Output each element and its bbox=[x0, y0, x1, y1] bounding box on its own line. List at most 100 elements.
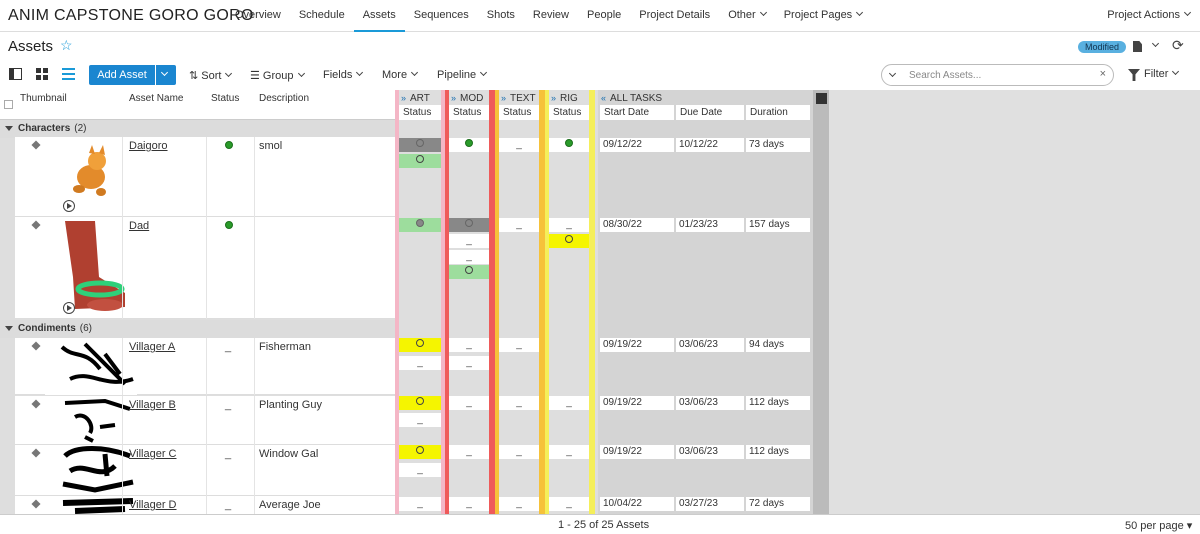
col-asset-name[interactable]: Asset Name bbox=[129, 93, 183, 104]
due-date-header[interactable]: Due Date bbox=[676, 105, 744, 120]
nav-shots[interactable]: Shots bbox=[478, 0, 524, 32]
art-task-status[interactable]: _ bbox=[399, 413, 441, 427]
col-status[interactable]: Status bbox=[211, 93, 239, 104]
group-header-characters[interactable]: Characters (2) bbox=[0, 120, 395, 138]
col-thumbnail[interactable]: Thumbnail bbox=[20, 93, 67, 104]
rig-task-status[interactable] bbox=[549, 138, 589, 152]
mod-task-status[interactable]: _ bbox=[449, 338, 489, 352]
per-page-select[interactable]: 50 per page ▾ bbox=[1125, 519, 1192, 532]
status-indicator[interactable]: _ bbox=[225, 341, 231, 353]
asset-name-link[interactable]: Villager D bbox=[129, 499, 177, 511]
asset-thumbnail[interactable] bbox=[45, 446, 137, 494]
nav-project-details[interactable]: Project Details bbox=[630, 0, 719, 32]
duration-header[interactable]: Duration bbox=[746, 105, 810, 120]
mod-task-status[interactable]: _ bbox=[449, 250, 489, 264]
art-task-status[interactable] bbox=[399, 138, 441, 152]
clear-search-icon[interactable]: × bbox=[1100, 68, 1106, 80]
rig-task-status[interactable] bbox=[549, 234, 589, 248]
mod-task-status[interactable]: _ bbox=[449, 445, 489, 459]
start-date[interactable]: 10/04/22 bbox=[600, 497, 674, 511]
asset-description[interactable]: Planting Guy bbox=[259, 399, 322, 411]
text-task-status[interactable]: _ bbox=[499, 396, 539, 410]
nav-project-pages[interactable]: Project Pages bbox=[775, 0, 871, 32]
pipeline-rig-header[interactable]: » RIG bbox=[548, 92, 591, 104]
mod-task-status[interactable]: _ bbox=[449, 234, 489, 248]
art-task-status[interactable] bbox=[399, 154, 441, 168]
mod-task-status[interactable]: _ bbox=[449, 396, 489, 410]
chevron-down-icon[interactable] bbox=[1151, 39, 1160, 48]
text-task-status[interactable]: _ bbox=[499, 497, 539, 511]
add-column-icon[interactable] bbox=[816, 93, 827, 104]
status-indicator[interactable]: _ bbox=[225, 399, 231, 411]
asset-name-link[interactable]: Dad bbox=[129, 220, 149, 232]
nav-schedule[interactable]: Schedule bbox=[290, 0, 354, 32]
filter-icon[interactable] bbox=[1128, 69, 1140, 81]
art-task-status[interactable] bbox=[399, 396, 441, 410]
due-date[interactable]: 10/12/22 bbox=[676, 138, 744, 152]
play-icon[interactable] bbox=[63, 302, 75, 314]
asset-description[interactable]: Average Joe bbox=[259, 499, 321, 511]
nav-other[interactable]: Other bbox=[719, 0, 775, 32]
table-row[interactable]: Villager B _ Planting Guy bbox=[15, 396, 395, 445]
duration[interactable]: 112 days bbox=[746, 396, 810, 410]
duration[interactable]: 73 days bbox=[746, 138, 810, 152]
start-date[interactable]: 08/30/22 bbox=[600, 218, 674, 232]
nav-people[interactable]: People bbox=[578, 0, 630, 32]
text-task-status[interactable]: _ bbox=[499, 218, 539, 232]
mod-task-status[interactable] bbox=[449, 138, 489, 152]
search-assets-input[interactable]: Search Assets... × bbox=[881, 64, 1114, 86]
start-date[interactable]: 09/19/22 bbox=[600, 396, 674, 410]
text-task-status[interactable]: _ bbox=[499, 138, 539, 152]
asset-thumbnail[interactable] bbox=[45, 497, 137, 514]
text-task-status[interactable]: _ bbox=[499, 445, 539, 459]
due-date[interactable]: 03/06/23 bbox=[676, 445, 744, 459]
table-row[interactable]: Villager A _ Fisherman bbox=[15, 338, 395, 395]
asset-description[interactable]: Fisherman bbox=[259, 341, 311, 353]
add-asset-button[interactable]: Add Asset bbox=[89, 65, 155, 85]
table-row[interactable]: Villager D _ Average Joe bbox=[15, 496, 395, 514]
due-date[interactable]: 03/06/23 bbox=[676, 396, 744, 410]
mod-task-status[interactable]: _ bbox=[449, 356, 489, 370]
mod-status-header[interactable]: Status bbox=[449, 105, 489, 120]
asset-description[interactable]: Window Gal bbox=[259, 448, 318, 460]
pipeline-text-header[interactable]: » TEXT bbox=[498, 92, 541, 104]
col-description[interactable]: Description bbox=[259, 93, 309, 104]
asset-name-link[interactable]: Villager A bbox=[129, 341, 175, 353]
duration[interactable]: 94 days bbox=[746, 338, 810, 352]
asset-name-link[interactable]: Villager C bbox=[129, 448, 177, 460]
duration[interactable]: 72 days bbox=[746, 497, 810, 511]
pipeline-menu[interactable]: Pipeline bbox=[437, 68, 488, 81]
start-date[interactable]: 09/19/22 bbox=[600, 338, 674, 352]
asset-thumbnail[interactable] bbox=[45, 217, 137, 318]
text-status-header[interactable]: Status bbox=[499, 105, 539, 120]
rig-task-status[interactable]: _ bbox=[549, 497, 589, 511]
status-indicator[interactable] bbox=[225, 140, 233, 152]
asset-thumbnail[interactable] bbox=[45, 137, 137, 216]
status-indicator[interactable]: _ bbox=[225, 448, 231, 460]
project-title[interactable]: ANIM CAPSTONE GORO GORO bbox=[8, 7, 254, 25]
rig-task-status[interactable]: _ bbox=[549, 218, 589, 232]
table-row[interactable]: Daigoro smol bbox=[15, 137, 395, 217]
list-view-icon[interactable] bbox=[62, 68, 75, 80]
due-date[interactable]: 03/06/23 bbox=[676, 338, 744, 352]
filter-menu[interactable]: Filter bbox=[1144, 67, 1180, 80]
more-menu[interactable]: More bbox=[382, 68, 419, 81]
art-task-status[interactable]: _ bbox=[399, 356, 441, 370]
table-row[interactable]: Villager C _ Window Gal bbox=[15, 445, 395, 496]
document-icon[interactable] bbox=[1133, 41, 1142, 52]
due-date[interactable]: 03/27/23 bbox=[676, 497, 744, 511]
mod-task-status[interactable]: _ bbox=[449, 497, 489, 511]
duration[interactable]: 112 days bbox=[746, 445, 810, 459]
art-task-status[interactable]: _ bbox=[399, 497, 441, 511]
rig-task-status[interactable]: _ bbox=[549, 445, 589, 459]
grid-view-icon[interactable] bbox=[36, 68, 49, 80]
project-actions-menu[interactable]: Project Actions bbox=[1107, 8, 1192, 21]
modified-badge[interactable]: Modified bbox=[1078, 41, 1127, 53]
group-header-condiments[interactable]: Condiments (6) bbox=[0, 320, 395, 338]
asset-thumbnail[interactable] bbox=[45, 339, 137, 395]
select-all-checkbox[interactable] bbox=[4, 100, 13, 109]
table-row[interactable]: Dad bbox=[15, 217, 395, 319]
asset-thumbnail[interactable] bbox=[45, 397, 137, 443]
add-asset-menu-button[interactable] bbox=[156, 65, 176, 85]
art-task-status[interactable] bbox=[399, 445, 441, 459]
